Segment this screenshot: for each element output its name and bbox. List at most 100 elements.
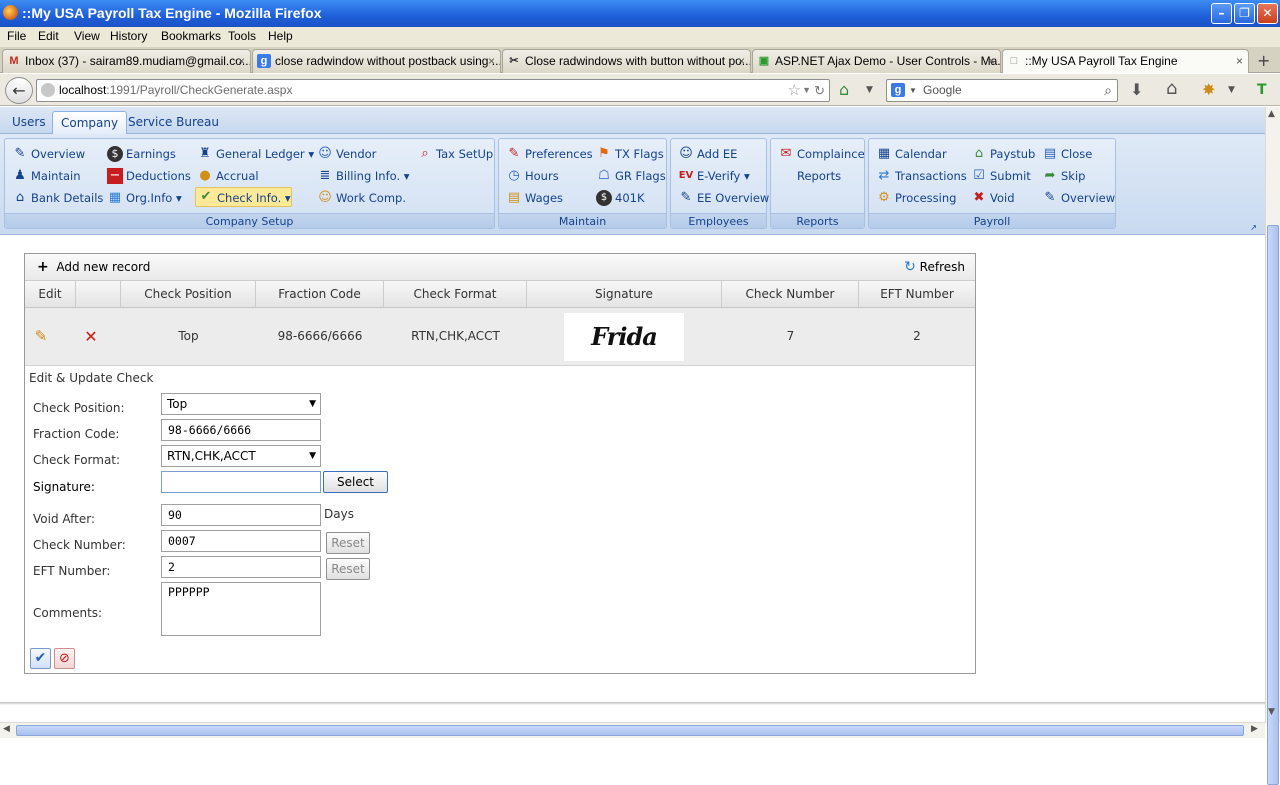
ribbon-org-info[interactable]: ▦ Org.Info ▾ [107, 188, 182, 208]
search-box[interactable]: g ▼ Google ⌕ [886, 79, 1118, 102]
ribbon-calendar[interactable]: ▦ Calendar [876, 144, 947, 164]
scroll-left-icon[interactable]: ◀ [3, 724, 10, 734]
ribbon-wages[interactable]: ▤ Wages [506, 188, 563, 208]
ribbon-skip[interactable]: ➦ Skip [1042, 166, 1086, 186]
new-tab-button[interactable]: + [1257, 51, 1270, 70]
column-eft-number[interactable]: EFT Number [859, 281, 975, 307]
ribbon-processing[interactable]: ⚙ Processing [876, 188, 956, 208]
engine-dropdown-icon[interactable]: ▼ [909, 80, 917, 101]
ribbon-e-verify[interactable]: EV E-Verify ▾ [678, 166, 750, 186]
tab-close-radwindows[interactable]: ✂ Close radwindows with button without p… [502, 49, 751, 73]
home-colorful-icon[interactable]: ⌂ [839, 80, 849, 100]
ribbon-general-ledger[interactable]: ♜ General Ledger ▾ [197, 144, 314, 164]
ribbon-check-info[interactable]: ✔ Check Info. ▾ [195, 187, 292, 207]
tab-aspnet-demo[interactable]: ▣ ASP.NET Ajax Demo - User Controls - Ma… [752, 49, 1001, 73]
fraction-code-input[interactable]: 98-6666/6666 [161, 419, 321, 441]
vertical-scroll-thumb[interactable] [1267, 225, 1279, 785]
url-bar[interactable]: localhost:1991/Payroll/CheckGenerate.asp… [36, 79, 830, 102]
vertical-scrollbar[interactable]: ▲ ▼ [1265, 107, 1280, 785]
google-engine-icon[interactable]: g [891, 83, 905, 97]
ribbon-earnings[interactable]: $ Earnings [107, 144, 176, 164]
url-dropdown-icon[interactable]: ▼ [802, 80, 811, 101]
home-icon[interactable]: ⌂ [1166, 79, 1177, 99]
column-check-number[interactable]: Check Number [722, 281, 859, 307]
addon-dropdown-icon[interactable]: ▼ [1228, 80, 1235, 100]
ribbon-gr-flags[interactable]: ☖ GR Flags [596, 166, 666, 186]
comments-textarea[interactable]: PPPPPP [161, 582, 321, 636]
scroll-right-icon[interactable]: ▶ [1251, 724, 1258, 734]
add-new-record-button[interactable]: + Add new record [37, 259, 150, 275]
horizontal-scroll-thumb[interactable] [16, 725, 1244, 736]
ribbon-tab-users[interactable]: Users [4, 111, 54, 134]
ribbon-preferences[interactable]: ✎ Preferences [506, 144, 593, 164]
ribbon-payroll-overview[interactable]: ✎ Overview [1042, 188, 1116, 208]
reset-check-number-button[interactable]: Reset [326, 532, 370, 554]
tab-close-icon[interactable]: × [1236, 50, 1243, 72]
select-signature-button[interactable]: Select [323, 471, 388, 493]
ribbon-overview[interactable]: ✎ Overview [12, 144, 86, 164]
ribbon-work-comp[interactable]: ☺ Work Comp. [317, 188, 406, 208]
ribbon-add-ee[interactable]: ☺ Add EE [678, 144, 737, 164]
menu-bookmarks[interactable]: Bookmarks [161, 27, 221, 46]
ribbon-tab-service-bureau[interactable]: Service Bureau [120, 111, 227, 134]
check-position-dropdown[interactable]: Top ▼ [161, 393, 321, 415]
bookmark-star-icon[interactable]: ☆ [788, 80, 801, 101]
ribbon-deductions[interactable]: − Deductions [107, 166, 191, 186]
site-identity-icon[interactable] [41, 83, 55, 97]
ribbon-paystub[interactable]: ⌂ Paystub [971, 144, 1036, 164]
column-fraction-code[interactable]: Fraction Code [256, 281, 384, 307]
ribbon-void[interactable]: ✖ Void [971, 188, 1015, 208]
back-button[interactable]: ← [5, 77, 33, 104]
tab-close-icon[interactable]: × [738, 50, 745, 72]
delete-x-icon[interactable]: ✕ [76, 308, 106, 365]
downloads-icon[interactable]: ⬇ [1130, 80, 1143, 100]
extension-t-icon[interactable]: T [1257, 80, 1267, 100]
column-check-position[interactable]: Check Position [121, 281, 256, 307]
ribbon-ee-overview[interactable]: ✎ EE Overview [678, 188, 770, 208]
ribbon-submit[interactable]: ☑ Submit [971, 166, 1031, 186]
ribbon-vendor[interactable]: ☺ Vendor [317, 144, 376, 164]
home-dropdown-icon[interactable]: ▼ [866, 80, 873, 100]
ribbon-401k[interactable]: $401K [596, 188, 645, 208]
ribbon-tab-company[interactable]: Company [52, 111, 128, 134]
menu-tools[interactable]: Tools [228, 27, 256, 46]
cancel-button[interactable]: ⊘ [54, 648, 75, 669]
column-signature[interactable]: Signature [527, 281, 722, 307]
ribbon-tx-flags[interactable]: ⚑ TX Flags [596, 144, 664, 164]
ribbon-maintain[interactable]: ♟ Maintain [12, 166, 80, 186]
check-number-input[interactable]: 0007 [161, 530, 321, 552]
menu-history[interactable]: History [110, 27, 147, 46]
search-icon[interactable]: ⌕ [1104, 80, 1112, 101]
ribbon-close[interactable]: ▤ Close [1042, 144, 1092, 164]
signature-input[interactable] [161, 471, 321, 493]
restore-button[interactable]: ❐ [1234, 3, 1255, 24]
ribbon-bank-details[interactable]: ⌂ Bank Details [12, 188, 104, 208]
column-edit[interactable]: Edit [25, 281, 76, 307]
ribbon-complaince[interactable]: ✉ Complaince [778, 144, 865, 164]
update-checkmark-button[interactable]: ✔ [30, 648, 51, 669]
ribbon-resize-grip-icon[interactable]: ↗ [1250, 223, 1257, 232]
column-check-format[interactable]: Check Format [384, 281, 527, 307]
ribbon-tax-setup[interactable]: ⌕ Tax SetUp [417, 144, 493, 164]
tab-gmail[interactable]: M Inbox (37) - sairam89.mudiam@gmail.co.… [2, 49, 251, 73]
reset-eft-number-button[interactable]: Reset [326, 558, 370, 580]
scroll-down-icon[interactable]: ▼ [1268, 707, 1275, 717]
ribbon-transactions[interactable]: ⇄ Transactions [876, 166, 967, 186]
check-format-dropdown[interactable]: RTN,CHK,ACCT ▼ [161, 445, 321, 467]
addon-icon[interactable]: ✸ [1202, 80, 1215, 100]
refresh-button[interactable]: ↻ Refresh [904, 259, 965, 275]
ribbon-billing-info[interactable]: ≣ Billing Info. ▾ [317, 166, 410, 186]
horizontal-scrollbar[interactable]: ◀ ▶ [0, 722, 1265, 738]
scroll-up-icon[interactable]: ▲ [1268, 109, 1275, 119]
tab-payroll-engine[interactable]: □ ::My USA Payroll Tax Engine × [1002, 49, 1249, 73]
tab-close-icon[interactable]: × [488, 50, 495, 72]
menu-file[interactable]: File [7, 27, 26, 46]
ribbon-hours[interactable]: ◷ Hours [506, 166, 558, 186]
void-after-input[interactable]: 90 [161, 504, 321, 526]
reload-icon[interactable]: ↻ [814, 80, 825, 101]
eft-number-input[interactable]: 2 [161, 556, 321, 578]
tab-close-icon[interactable]: × [238, 50, 245, 72]
ribbon-reports[interactable]: Reports [778, 166, 841, 186]
edit-pencil-icon[interactable]: ✎ [25, 308, 57, 365]
tab-close-icon[interactable]: × [988, 50, 995, 72]
